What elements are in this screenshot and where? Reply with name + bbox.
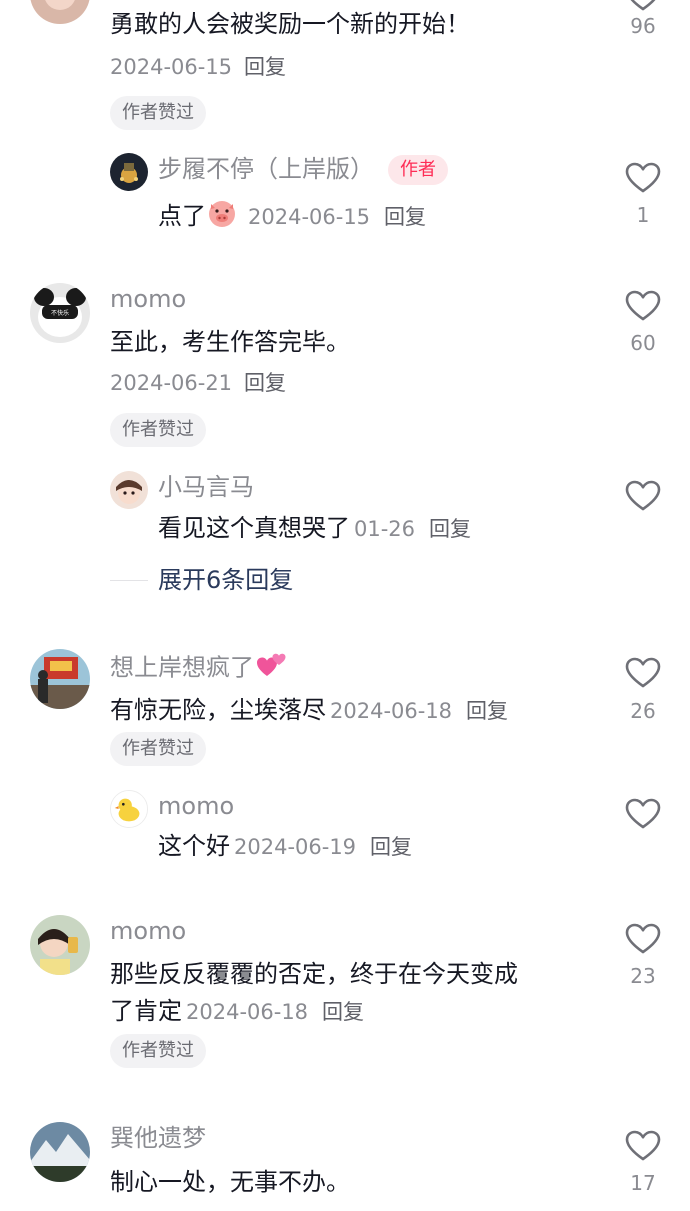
reply-button[interactable]: 回复 (244, 368, 286, 398)
comment-date: 2024-06-15 (110, 55, 233, 79)
comment-date: 2024-06-21 (110, 371, 233, 395)
heart-outline-icon (625, 162, 661, 193)
reply-text-content: 点了 (158, 202, 206, 230)
reply-date: 2024-06-15 (248, 205, 371, 229)
like-count: 17 (630, 1171, 656, 1195)
heart-outline-icon (630, 0, 656, 11)
comment-text-content: 有惊无险，尘埃落尽 (110, 696, 326, 724)
comment-date: 2024-06-18 (330, 699, 453, 723)
reply-button[interactable]: 回复 (429, 517, 471, 541)
like-button[interactable] (625, 162, 661, 194)
like-count: 60 (630, 331, 656, 355)
reply-text: 点了 2024-06-15 回复 (158, 197, 426, 237)
comment-text: 了肯定 2024-06-18 回复 (110, 995, 364, 1028)
avatar[interactable] (110, 471, 148, 509)
comment-text: 至此，考生作答完毕。 (110, 328, 350, 356)
avatar[interactable] (110, 790, 148, 828)
like-button[interactable] (625, 798, 661, 830)
author-liked-badge: 作者赞过 (110, 1034, 206, 1068)
reply-author-name[interactable]: 小马言马 (158, 472, 254, 502)
avatar[interactable] (30, 1122, 90, 1182)
reply-text-content: 这个好 (158, 832, 230, 860)
pig-face-emoji-icon (206, 197, 238, 237)
like-button[interactable] (625, 923, 661, 955)
heart-outline-icon (625, 657, 661, 688)
author-tag: 作者 (388, 155, 448, 185)
avatar[interactable]: 不快乐 (30, 283, 90, 343)
comment-date: 2024-06-18 (186, 1000, 309, 1024)
like-button[interactable] (625, 0, 661, 12)
comment-author-name[interactable]: 巽他遗梦 (110, 1123, 206, 1153)
author-liked-badge: 作者赞过 (110, 413, 206, 447)
author-liked-badge: 作者赞过 (110, 96, 206, 130)
reply-text: 这个好 2024-06-19 回复 (158, 830, 412, 863)
comment-author-name-text: 想上岸想疯了 (110, 653, 254, 682)
like-button[interactable] (625, 1130, 661, 1162)
heart-outline-icon (625, 1130, 661, 1161)
heart-outline-icon (625, 923, 661, 954)
like-count: 1 (636, 203, 650, 227)
reply-button[interactable]: 回复 (466, 699, 508, 723)
like-button[interactable] (625, 480, 661, 512)
comment-author-name[interactable]: momo (110, 284, 186, 314)
heart-outline-icon (625, 798, 661, 829)
reply-button[interactable]: 回复 (322, 1000, 364, 1024)
reply-text-content: 看见这个真想哭了 (158, 514, 350, 542)
like-count: 26 (630, 699, 656, 723)
reply-author-name-text: 步履不停（上岸版） (158, 155, 374, 183)
reply-button[interactable]: 回复 (244, 52, 286, 82)
reply-date: 2024-06-19 (234, 835, 357, 859)
comment-text: 有惊无险，尘埃落尽 2024-06-18 回复 (110, 694, 508, 727)
reply-date: 01-26 (354, 517, 416, 541)
comment-text-line2: 了肯定 (110, 997, 182, 1025)
avatar[interactable] (30, 915, 90, 975)
reply-button[interactable]: 回复 (370, 835, 412, 859)
reply-author-name[interactable]: momo (158, 791, 234, 821)
author-liked-badge: 作者赞过 (110, 732, 206, 766)
heart-outline-icon (625, 480, 661, 511)
like-button[interactable] (625, 290, 661, 322)
heart-outline-icon (625, 290, 661, 321)
svg-text:不快乐: 不快乐 (51, 309, 69, 317)
comment-author-name[interactable]: 想上岸想疯了 (110, 650, 288, 687)
comment-text: 勇敢的人会被奖励一个新的开始！ (110, 10, 470, 38)
reply-author-name: 步履不停（上岸版） 作者 (158, 154, 448, 185)
two-hearts-emoji-icon (256, 650, 288, 687)
like-button[interactable] (625, 657, 661, 689)
expand-divider (110, 580, 148, 581)
comment-author-name[interactable]: momo (110, 916, 186, 946)
comment-text-line1: 那些反反覆覆的否定，终于在今天变成 (110, 960, 518, 988)
reply-text: 看见这个真想哭了 01-26 回复 (158, 512, 471, 545)
expand-replies-button[interactable]: 展开6条回复 (158, 565, 293, 595)
avatar[interactable] (110, 153, 148, 191)
avatar[interactable] (30, 649, 90, 709)
avatar[interactable] (30, 0, 90, 24)
like-count: 23 (630, 964, 656, 988)
like-count: 96 (630, 14, 656, 38)
reply-button[interactable]: 回复 (384, 205, 426, 229)
comment-text: 制心一处，无事不办。 (110, 1168, 350, 1196)
